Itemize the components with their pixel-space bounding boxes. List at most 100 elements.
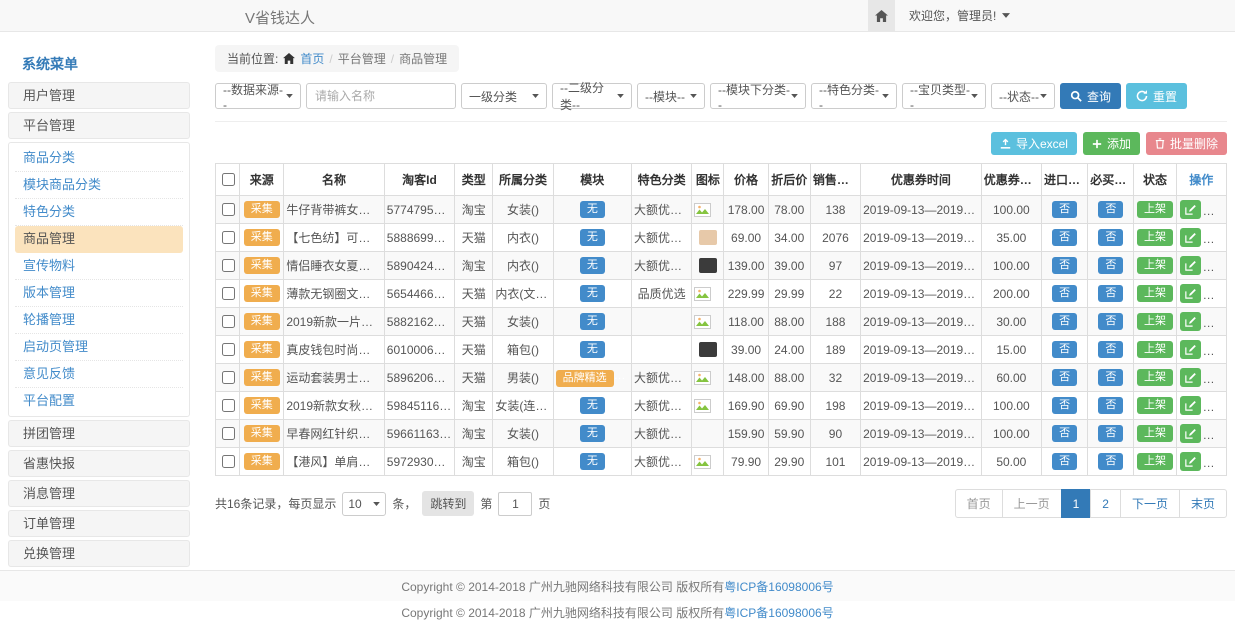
sidebar-item-4[interactable]: 特色分类 [15,199,183,226]
cell-must-buy: 否 [1088,336,1134,364]
import-select-toggle[interactable]: 否 [1052,313,1077,330]
sidebar-item-5[interactable]: 商品管理 [15,226,183,253]
must-buy-toggle[interactable]: 否 [1098,453,1123,470]
must-buy-toggle[interactable]: 否 [1098,285,1123,302]
sidebar-item-16[interactable]: 兑换管理 [8,540,190,567]
must-buy-toggle[interactable]: 否 [1098,425,1123,442]
name-search-input[interactable] [306,83,456,109]
edit-button[interactable] [1180,256,1201,275]
query-button[interactable]: 查询 [1060,83,1121,109]
status-badge[interactable]: 上架 [1137,397,1173,414]
sidebar-item-7[interactable]: 版本管理 [15,280,183,307]
page-button-下一页[interactable]: 下一页 [1120,489,1180,518]
edit-button[interactable] [1180,340,1201,359]
row-checkbox[interactable] [222,315,235,328]
sidebar-item-9[interactable]: 启动页管理 [15,334,183,361]
icp-link[interactable]: 粤ICP备16098006号 [724,580,833,594]
sidebar-item-13[interactable]: 省惠快报 [8,450,190,477]
import-select-toggle[interactable]: 否 [1052,285,1077,302]
user-menu[interactable]: 欢迎您，管理员! [895,7,1024,24]
row-checkbox[interactable] [222,259,235,272]
add-button[interactable]: 添加 [1083,132,1140,155]
row-checkbox[interactable] [222,287,235,300]
status-badge[interactable]: 上架 [1137,229,1173,246]
filter-select-8[interactable]: --状态-- [991,83,1055,109]
import-select-toggle[interactable]: 否 [1052,257,1077,274]
import-excel-button[interactable]: 导入excel [991,132,1077,155]
status-badge[interactable]: 上架 [1137,201,1173,218]
sidebar-item-10[interactable]: 意见反馈 [15,361,183,388]
page-button-上一页[interactable]: 上一页 [1002,489,1062,518]
icp-link[interactable]: 粤ICP备16098006号 [724,606,833,620]
filter-select-6[interactable]: --特色分类-- [811,83,897,109]
import-select-toggle[interactable]: 否 [1052,201,1077,218]
breadcrumb-home-link[interactable]: 首页 [300,50,324,67]
jump-button[interactable]: 跳转到 [422,491,474,516]
bulk-delete-button[interactable]: 批量删除 [1146,132,1227,155]
row-checkbox[interactable] [222,399,235,412]
edit-button[interactable] [1180,424,1201,443]
status-badge[interactable]: 上架 [1137,285,1173,302]
sidebar-item-1[interactable]: 平台管理 [8,112,190,139]
page-button-2[interactable]: 2 [1090,489,1121,518]
home-button[interactable] [868,0,895,31]
sidebar-item-11[interactable]: 平台配置 [15,388,183,414]
status-badge[interactable]: 上架 [1137,313,1173,330]
page-button-1[interactable]: 1 [1061,489,1092,518]
cell-checkbox [216,224,240,252]
must-buy-toggle[interactable]: 否 [1098,397,1123,414]
row-checkbox[interactable] [222,231,235,244]
must-buy-toggle[interactable]: 否 [1098,313,1123,330]
per-page-select[interactable]: 10 [342,492,386,516]
sidebar-item-15[interactable]: 订单管理 [8,510,190,537]
page-button-末页[interactable]: 末页 [1179,489,1227,518]
filter-select-2[interactable]: 一级分类 [461,83,547,109]
row-checkbox[interactable] [222,343,235,356]
select-all-checkbox[interactable] [222,173,235,186]
row-checkbox[interactable] [222,203,235,216]
import-select-toggle[interactable]: 否 [1052,397,1077,414]
status-badge[interactable]: 上架 [1137,425,1173,442]
import-select-toggle[interactable]: 否 [1052,229,1077,246]
cell-discount-price: 39.00 [768,252,810,280]
reset-button[interactable]: 重置 [1126,83,1187,109]
sidebar-item-6[interactable]: 宣传物料 [15,253,183,280]
status-badge[interactable]: 上架 [1137,257,1173,274]
import-select-toggle[interactable]: 否 [1052,369,1077,386]
status-badge[interactable]: 上架 [1137,341,1173,358]
sidebar-item-8[interactable]: 轮播管理 [15,307,183,334]
row-checkbox[interactable] [222,371,235,384]
row-checkbox[interactable] [222,427,235,440]
must-buy-toggle[interactable]: 否 [1098,257,1123,274]
must-buy-toggle[interactable]: 否 [1098,201,1123,218]
cell-sales: 2076 [810,224,860,252]
edit-button[interactable] [1180,452,1201,471]
must-buy-toggle[interactable]: 否 [1098,341,1123,358]
edit-button[interactable] [1180,200,1201,219]
must-buy-toggle[interactable]: 否 [1098,369,1123,386]
edit-button[interactable] [1180,312,1201,331]
must-buy-toggle[interactable]: 否 [1098,229,1123,246]
edit-button[interactable] [1180,368,1201,387]
sidebar-item-0[interactable]: 用户管理 [8,82,190,109]
import-select-toggle[interactable]: 否 [1052,453,1077,470]
filter-select-3[interactable]: --二级分类-- [552,83,632,109]
filter-select-0[interactable]: --数据来源-- [215,83,301,109]
status-badge[interactable]: 上架 [1137,369,1173,386]
import-select-toggle[interactable]: 否 [1052,425,1077,442]
filter-select-5[interactable]: --模块下分类-- [710,83,806,109]
sidebar-item-12[interactable]: 拼团管理 [8,420,190,447]
row-checkbox[interactable] [222,455,235,468]
edit-button[interactable] [1180,396,1201,415]
edit-button[interactable] [1180,284,1201,303]
import-select-toggle[interactable]: 否 [1052,341,1077,358]
sidebar-item-2[interactable]: 商品分类 [15,145,183,172]
sidebar-item-3[interactable]: 模块商品分类 [15,172,183,199]
edit-button[interactable] [1180,228,1201,247]
page-button-首页[interactable]: 首页 [955,489,1003,518]
status-badge[interactable]: 上架 [1137,453,1173,470]
sidebar-item-14[interactable]: 消息管理 [8,480,190,507]
filter-select-4[interactable]: --模块-- [637,83,705,109]
filter-select-7[interactable]: --宝贝类型-- [902,83,986,109]
jump-page-input[interactable] [498,492,532,516]
